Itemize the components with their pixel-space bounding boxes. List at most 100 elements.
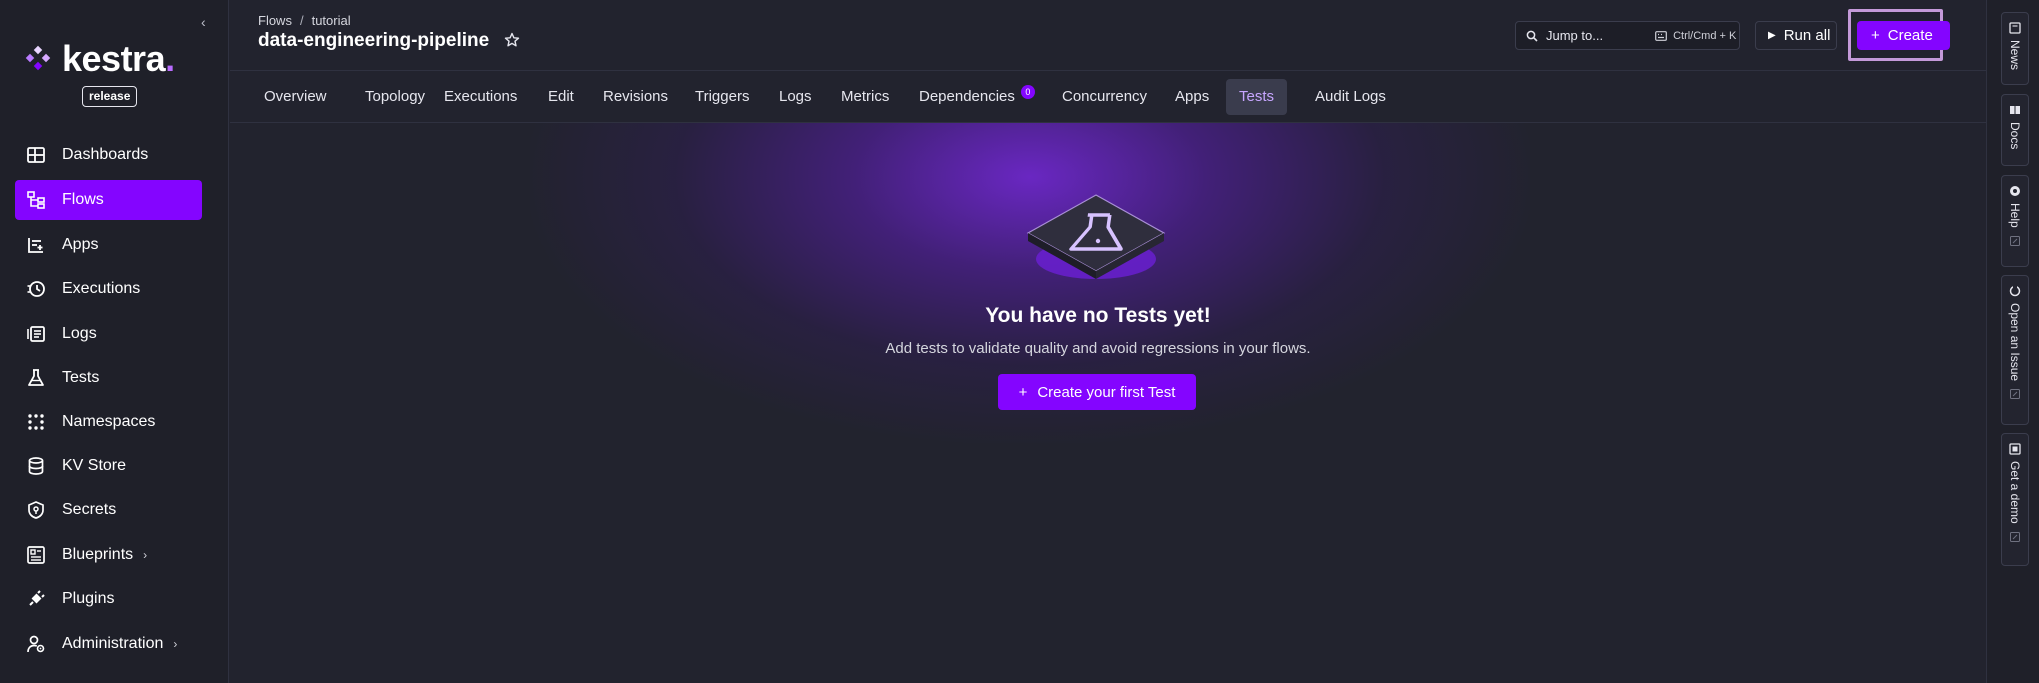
sidebar-item-label: Logs — [62, 325, 97, 342]
top-header: Flows / tutorial data-engineering-pipeline… — [230, 0, 1986, 71]
empty-state-subtitle: Add tests to validate quality and avoid … — [885, 340, 1311, 357]
rail-get-demo-button[interactable]: Get a demo — [2001, 433, 2029, 566]
empty-state-title: You have no Tests yet! — [985, 304, 1211, 327]
sidebar-item-label: Administration — [62, 635, 164, 652]
sidebar-item-flows[interactable]: Flows — [15, 180, 202, 220]
star-icon[interactable] — [504, 32, 520, 48]
apps-icon — [26, 235, 46, 255]
plus-icon: + — [1018, 383, 1028, 401]
sidebar-item-label: Namespaces — [62, 413, 156, 430]
right-rail: News Docs Help Open an Issue Get a demo — [1986, 0, 2039, 683]
plus-icon: + — [1871, 27, 1880, 44]
sidebar-item-label: Plugins — [62, 590, 115, 607]
shield-icon — [26, 500, 46, 520]
sidebar-item-label: Apps — [62, 236, 99, 253]
sidebar-item-label: Dashboards — [62, 146, 149, 163]
sidebar-item-tests[interactable]: Tests — [15, 358, 202, 398]
help-icon — [2010, 186, 2020, 196]
sidebar-item-label: Flows — [62, 191, 104, 208]
rail-open-issue-button[interactable]: Open an Issue — [2001, 275, 2029, 425]
create-label: Create — [1887, 27, 1933, 44]
page-title: data-engineering-pipeline — [258, 30, 490, 51]
search-icon — [1526, 30, 1538, 42]
sidebar-item-label: Tests — [62, 369, 100, 386]
sidebar-item-dashboards[interactable]: Dashboards — [15, 135, 202, 175]
rail-docs-label: Docs — [2008, 122, 2022, 150]
play-icon: ▶ — [1768, 30, 1776, 41]
tab-audit-logs[interactable]: Audit Logs — [1304, 79, 1397, 115]
dashboard-icon — [26, 145, 46, 165]
admin-icon — [26, 634, 46, 654]
tab-metrics[interactable]: Metrics — [830, 79, 900, 115]
breadcrumb: Flows / tutorial — [258, 13, 351, 28]
jump-to-search[interactable]: Jump to... Ctrl/Cmd + K — [1515, 21, 1740, 50]
github-icon — [2009, 285, 2021, 297]
tab-edit[interactable]: Edit — [537, 79, 585, 115]
tab-overview[interactable]: Overview — [253, 79, 338, 115]
tab-dependencies[interactable]: Dependencies 0 — [908, 79, 1035, 115]
rail-open-issue-label: Open an Issue — [2008, 303, 2022, 382]
tab-executions[interactable]: Executions — [433, 79, 528, 115]
breadcrumb-flows-link[interactable]: Flows — [258, 13, 292, 28]
flows-icon — [26, 190, 46, 210]
sidebar-item-label: Secrets — [62, 501, 117, 518]
breadcrumb-namespace-link[interactable]: tutorial — [312, 13, 351, 28]
tab-concurrency[interactable]: Concurrency — [1051, 79, 1158, 115]
rail-news-button[interactable]: News — [2001, 12, 2029, 85]
external-link-icon — [2010, 389, 2020, 400]
sidebar-item-blueprints[interactable]: Blueprints › — [15, 535, 202, 575]
breadcrumb-separator: / — [299, 13, 304, 28]
sidebar-item-label: KV Store — [62, 457, 127, 474]
blueprints-icon — [26, 545, 46, 565]
external-link-icon — [2010, 531, 2020, 542]
demo-icon — [2009, 443, 2021, 455]
kestra-logo-mark-icon — [25, 45, 51, 71]
create-first-test-button[interactable]: + Create your first Test — [998, 374, 1196, 410]
plug-icon — [26, 589, 46, 609]
sidebar-item-kv-store[interactable]: KV Store — [15, 446, 202, 486]
run-all-label: Run all — [1783, 27, 1831, 44]
collapse-sidebar-chevron-icon[interactable]: ‹ — [201, 14, 215, 30]
rail-help-label: Help — [2008, 203, 2022, 228]
release-badge: release — [82, 86, 138, 107]
executions-icon — [26, 279, 46, 299]
logs-icon — [26, 324, 46, 344]
rail-news-label: News — [2008, 40, 2022, 71]
jump-to-label: Jump to... — [1546, 28, 1604, 43]
chevron-right-icon: › — [143, 548, 148, 562]
rail-docs-button[interactable]: Docs — [2001, 94, 2029, 166]
keyboard-shortcut: Ctrl/Cmd + K — [1673, 29, 1737, 42]
rail-get-demo-label: Get a demo — [2008, 461, 2022, 524]
tab-dependencies-label: Dependencies — [919, 88, 1015, 105]
sidebar-item-logs[interactable]: Logs — [15, 314, 202, 354]
sidebar-item-label: Executions — [62, 280, 141, 297]
docs-icon — [2010, 106, 2020, 114]
sidebar-item-administration[interactable]: Administration › — [15, 624, 202, 664]
tab-triggers[interactable]: Triggers — [684, 79, 760, 115]
create-button[interactable]: + Create — [1857, 21, 1950, 50]
logo-text: kestra. — [62, 38, 175, 79]
news-icon — [2009, 22, 2021, 34]
chevron-right-icon: › — [173, 637, 178, 651]
kestra-logo[interactable]: kestra. — [24, 38, 175, 80]
sidebar-item-namespaces[interactable]: Namespaces — [15, 402, 202, 442]
create-first-test-label: Create your first Test — [1037, 383, 1176, 401]
sidebar-item-executions[interactable]: Executions — [15, 269, 202, 309]
empty-tests-flask-illustration — [1026, 194, 1166, 279]
external-link-icon — [2010, 235, 2020, 246]
tab-apps[interactable]: Apps — [1164, 79, 1220, 115]
sidebar-item-plugins[interactable]: Plugins — [15, 579, 202, 619]
dependencies-count-badge: 0 — [1020, 85, 1035, 99]
sidebar-item-label: Blueprints — [62, 546, 134, 563]
keyboard-icon — [1655, 30, 1667, 41]
tab-topology[interactable]: Topology — [354, 79, 436, 115]
main-content: You have no Tests yet! Add tests to vali… — [230, 123, 1986, 683]
tab-tests[interactable]: Tests — [1226, 79, 1288, 115]
tab-revisions[interactable]: Revisions — [592, 79, 679, 115]
run-all-button[interactable]: ▶ Run all — [1755, 21, 1837, 50]
flow-tabs: Overview Topology Executions Edit Revisi… — [230, 72, 1986, 123]
sidebar-item-apps[interactable]: Apps — [15, 225, 202, 265]
tab-logs[interactable]: Logs — [768, 79, 823, 115]
rail-help-button[interactable]: Help — [2001, 175, 2029, 267]
sidebar-item-secrets[interactable]: Secrets — [15, 490, 202, 530]
